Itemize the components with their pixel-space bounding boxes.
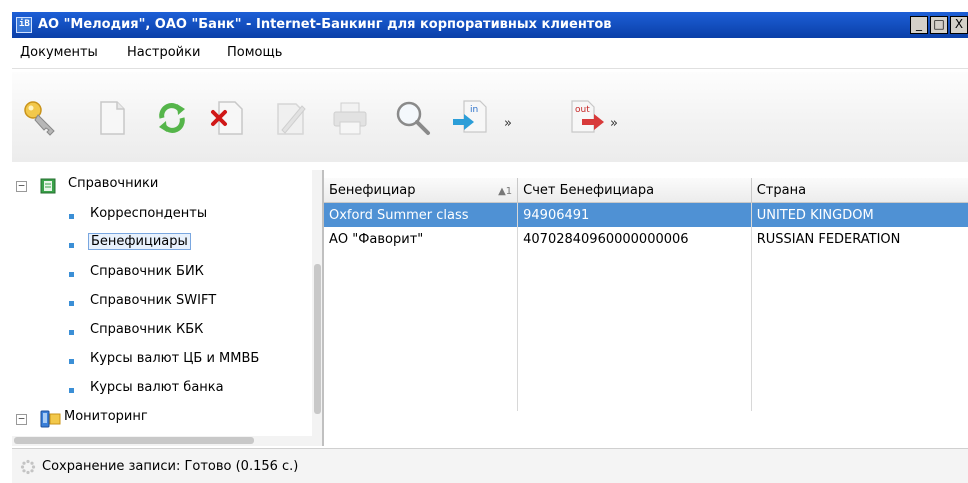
search-icon[interactable] [392,98,432,138]
empty-grid-area [324,251,968,411]
cell-account: 94906491 [517,202,752,227]
bullet-icon [69,388,74,393]
sort-ascending-icon: ▲1 [498,185,513,197]
import-dropdown-arrow[interactable]: » [504,116,512,131]
print-icon[interactable] [330,98,370,138]
status-text: Сохранение записи: Готово (0.156 с.) [42,459,299,474]
table-row[interactable]: АО "Фаворит" 40702840960000000006 RUSSIA… [324,227,968,251]
toolbar: in » out » [12,72,968,162]
tree-item-bik[interactable]: Справочник БИК [12,264,312,286]
import-in-icon[interactable]: in [450,98,490,138]
cell-country: UNITED KINGDOM [751,202,968,227]
scrollbar-thumb[interactable] [14,437,254,444]
cell-beneficiary: АО "Фаворит" [324,227,519,251]
svg-text:in: in [470,105,478,115]
close-button[interactable]: X [950,16,968,34]
bullet-icon [69,214,74,219]
column-header-country[interactable]: Страна [751,178,968,203]
key-icon[interactable] [20,98,60,138]
bullet-icon [69,301,74,306]
tree-item-swift[interactable]: Справочник SWIFT [12,293,312,315]
tree-item-kbk[interactable]: Справочник КБК [12,322,312,344]
menu-documents[interactable]: Документы [20,45,98,60]
export-out-icon[interactable]: out [568,98,608,138]
spinner-icon [20,459,36,475]
tree-item-cb-rates[interactable]: Курсы валют ЦБ и ММВБ [12,351,312,373]
scrollbar-thumb[interactable] [314,264,321,414]
refresh-icon[interactable] [152,98,192,138]
app-icon: iB [16,17,32,33]
column-header-account[interactable]: Счет Бенефициара [517,178,752,203]
status-bar: Сохранение записи: Готово (0.156 с.) [12,448,968,483]
menu-help[interactable]: Помощь [227,45,282,60]
export-dropdown-arrow[interactable]: » [610,116,618,131]
collapse-toggle[interactable]: − [16,413,27,425]
collapse-toggle[interactable]: − [16,180,27,192]
bullet-icon [69,359,74,364]
monitoring-icon [40,410,61,428]
tree-item-beneficiaries[interactable]: Бенефициары [12,233,312,257]
menu-bar: Документы Настройки Помощь [12,38,968,69]
minimize-button[interactable]: _ [910,16,928,34]
tree-item-bank-rates[interactable]: Курсы валют банка [12,380,312,402]
column-header-beneficiary[interactable]: Бенефициар ▲1 [324,178,519,203]
cell-beneficiary: Oxford Summer class [324,202,519,227]
window-title: АО "Мелодия", ОАО "Банк" - Internet-Банк… [38,17,612,32]
window-title-bar[interactable]: iB АО "Мелодия", ОАО "Банк" - Internet-Б… [12,12,968,38]
bullet-icon [69,243,74,248]
cell-country: RUSSIAN FEDERATION [751,227,968,251]
bullet-icon [69,330,74,335]
navigation-tree: − Справочники Корреспонденты Бенефициары… [12,170,322,446]
menu-settings[interactable]: Настройки [127,45,200,60]
tree-vertical-scrollbar[interactable] [312,170,322,446]
bullet-icon [69,272,74,277]
edit-document-icon[interactable] [270,98,310,138]
delete-document-icon[interactable] [208,98,248,138]
beneficiaries-grid: Бенефициар ▲1 Счет Бенефициара Страна Oxf… [322,170,968,446]
tree-horizontal-scrollbar[interactable] [12,436,312,446]
svg-text:out: out [575,105,590,115]
tree-group-label: Мониторинг [64,409,148,424]
tree-item-correspondents[interactable]: Корреспонденты [12,206,312,228]
table-row[interactable]: Oxford Summer class 94906491 UNITED KING… [324,202,968,227]
cell-account: 40702840960000000006 [517,227,752,251]
new-document-icon[interactable] [92,98,132,138]
reference-book-icon [40,178,56,194]
restore-button[interactable]: □ [930,16,948,34]
tree-group-label: Справочники [68,176,159,191]
